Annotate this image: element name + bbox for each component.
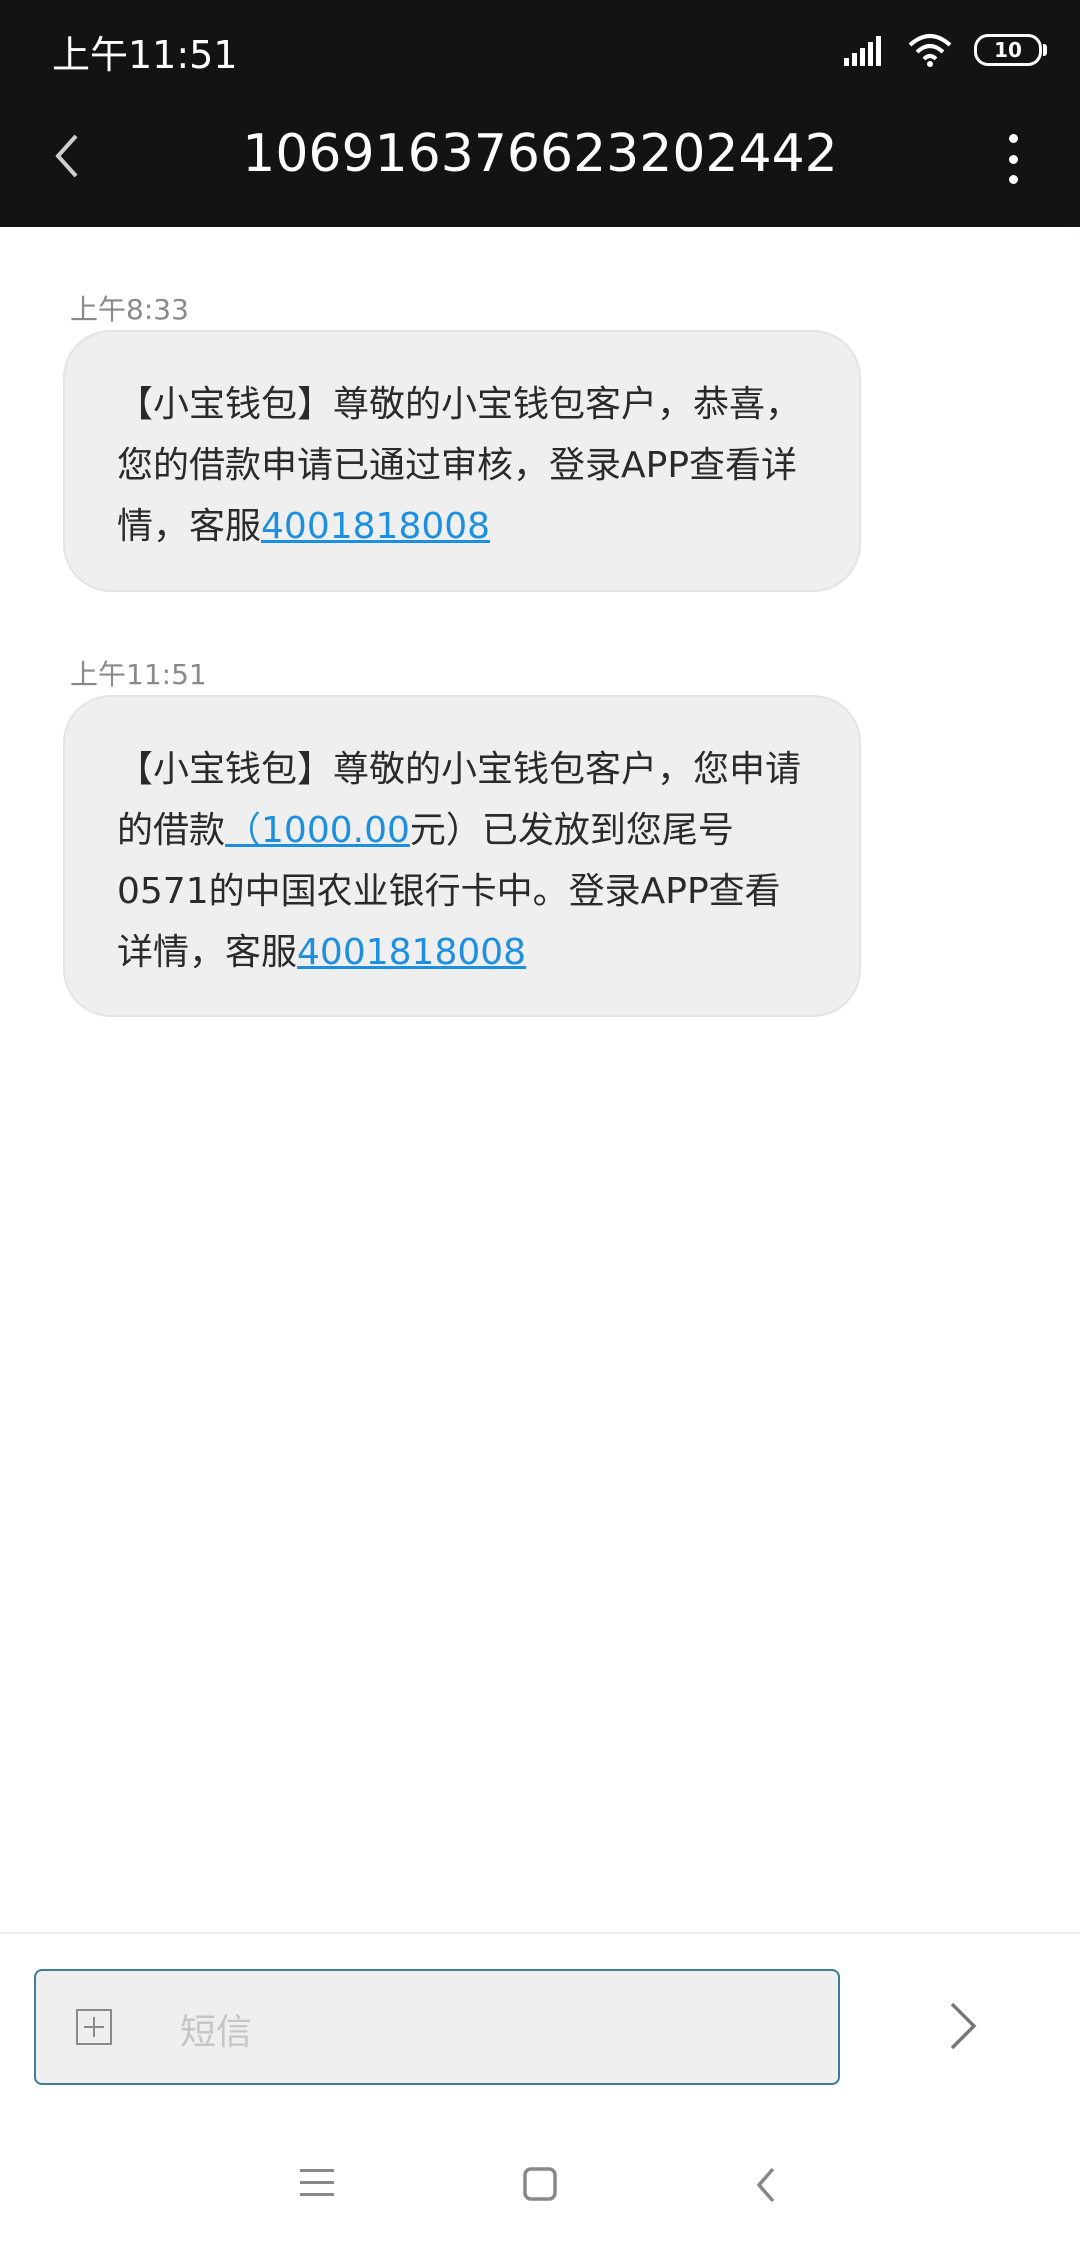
send-chevron-right-icon[interactable] bbox=[948, 2000, 978, 2052]
message-timestamp: 上午11:51 bbox=[70, 658, 207, 691]
more-options-icon[interactable] bbox=[1006, 134, 1020, 184]
menu-icon[interactable] bbox=[300, 2166, 336, 2200]
sms-input[interactable]: 短信 bbox=[34, 1969, 840, 2085]
battery-icon: 10 bbox=[974, 34, 1047, 66]
plus-square-icon[interactable] bbox=[76, 2009, 112, 2045]
message-bubble[interactable]: 【小宝钱包】尊敬的小宝钱包客户，恭喜，您的借款申请已通过审核，登录APP查看详情… bbox=[63, 330, 861, 592]
phone-link[interactable]: 4001818008 bbox=[261, 506, 490, 547]
message-timestamp: 上午8:33 bbox=[70, 293, 189, 326]
input-placeholder: 短信 bbox=[180, 2012, 253, 2053]
wifi-icon bbox=[908, 34, 952, 67]
battery-level: 10 bbox=[994, 38, 1022, 62]
conversation-title: 106916376623202442 bbox=[242, 124, 838, 184]
top-bar: 上午11:51 10 106916376623202442 bbox=[0, 0, 1080, 227]
navigation-bar bbox=[0, 2122, 1080, 2248]
status-time: 上午11:51 bbox=[52, 33, 238, 77]
amount-link[interactable]: （1000.00 bbox=[225, 810, 410, 851]
signal-icon bbox=[844, 36, 881, 66]
message-bubble[interactable]: 【小宝钱包】尊敬的小宝钱包客户，您申请的借款（1000.00元）已发放到您尾号0… bbox=[63, 695, 861, 1017]
status-icons: 10 bbox=[842, 30, 1047, 70]
home-icon[interactable] bbox=[522, 2166, 558, 2202]
back-icon[interactable] bbox=[754, 2166, 778, 2204]
composer-area: 短信 bbox=[0, 1932, 1080, 2124]
phone-link[interactable]: 4001818008 bbox=[297, 932, 526, 973]
